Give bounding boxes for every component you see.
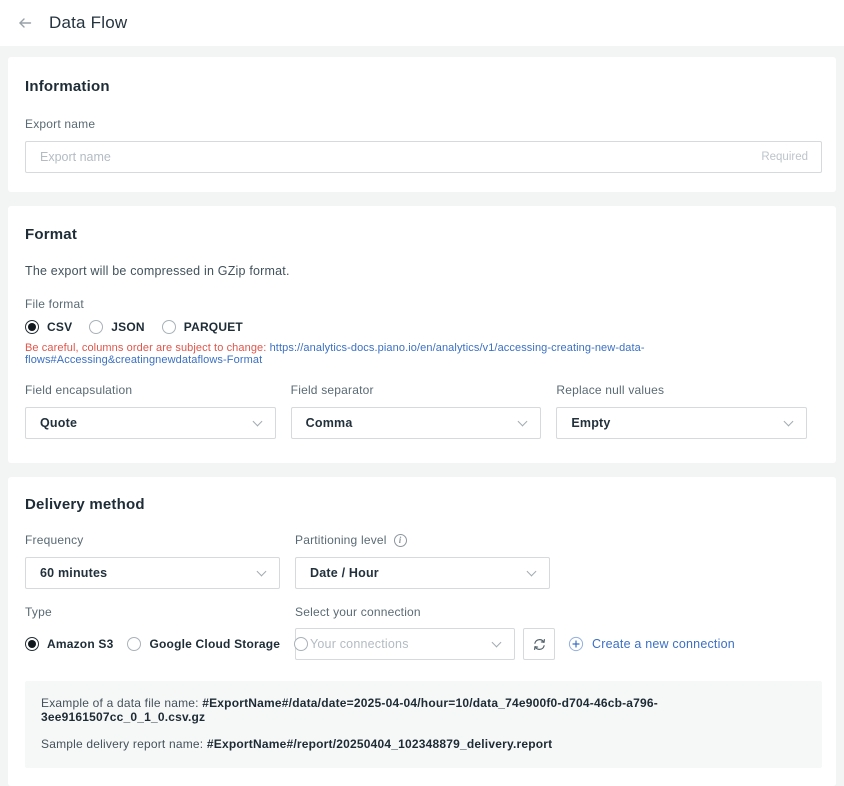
field-separator-col: Field separator Comma: [291, 383, 542, 439]
type-radio-group: Amazon S3 Google Cloud Storage FTP: [25, 628, 295, 660]
radio-circle-icon: [25, 320, 39, 334]
partitioning-label-text: Partitioning level: [295, 533, 387, 547]
radio-circle-icon: [127, 637, 141, 651]
arrow-left-icon: [17, 15, 33, 31]
create-connection-label: Create a new connection: [592, 637, 735, 651]
radio-parquet[interactable]: PARQUET: [162, 320, 243, 334]
delivery-title: Delivery method: [25, 496, 822, 513]
chevron-down-icon: [785, 419, 793, 427]
frequency-select[interactable]: 60 minutes: [25, 557, 280, 589]
radio-json-label: JSON: [111, 320, 144, 334]
radio-circle-icon: [25, 637, 39, 651]
example-file-line: Example of a data file name: #ExportName…: [41, 696, 806, 724]
field-separator-select[interactable]: Comma: [291, 407, 542, 439]
frequency-col: Frequency 60 minutes: [25, 533, 280, 589]
field-encapsulation-select[interactable]: Quote: [25, 407, 276, 439]
partitioning-value: Date / Hour: [310, 566, 379, 580]
field-separator-value: Comma: [306, 416, 353, 430]
radio-circle-icon: [162, 320, 176, 334]
gzip-note: The export will be compressed in GZip fo…: [25, 264, 822, 278]
field-encapsulation-value: Quote: [40, 416, 77, 430]
frequency-label: Frequency: [25, 533, 280, 547]
plus-circle-icon: [568, 636, 584, 652]
page-title: Data Flow: [49, 13, 127, 33]
delivery-row-2: Type Amazon S3 Google Cloud Storage FTP …: [25, 605, 822, 660]
radio-parquet-label: PARQUET: [184, 320, 243, 334]
replace-null-label: Replace null values: [556, 383, 807, 397]
chevron-down-icon: [254, 419, 262, 427]
connection-controls: Your connections Crea: [295, 628, 822, 660]
partitioning-col: Partitioning level i Date / Hour: [295, 533, 550, 589]
columns-order-warning: Be careful, columns order are subject to…: [25, 342, 822, 366]
radio-circle-icon: [89, 320, 103, 334]
information-card: Information Export name Required: [8, 57, 836, 192]
replace-null-col: Replace null values Empty: [556, 383, 807, 439]
file-name-examples-box: Example of a data file name: #ExportName…: [25, 681, 822, 768]
example-file-label: Example of a data file name:: [41, 696, 199, 710]
frequency-value: 60 minutes: [40, 566, 107, 580]
connection-select[interactable]: Your connections: [295, 628, 515, 660]
delivery-method-card: Delivery method Frequency 60 minutes Par…: [8, 477, 836, 786]
chevron-down-icon: [258, 569, 266, 577]
delivery-row-1: Frequency 60 minutes Partitioning level …: [25, 533, 822, 589]
connection-label: Select your connection: [295, 605, 822, 619]
radio-csv[interactable]: CSV: [25, 320, 72, 334]
chevron-down-icon: [528, 569, 536, 577]
radio-json[interactable]: JSON: [89, 320, 144, 334]
format-options-row: Field encapsulation Quote Field separato…: [25, 383, 822, 439]
back-button[interactable]: [15, 13, 35, 33]
required-hint: Required: [761, 151, 808, 163]
export-name-field-wrap: Required: [25, 141, 822, 173]
replace-null-value: Empty: [571, 416, 610, 430]
report-name-value: #ExportName#/report/20250404_102348879_d…: [207, 737, 552, 751]
refresh-connections-button[interactable]: [523, 628, 555, 660]
partitioning-select[interactable]: Date / Hour: [295, 557, 550, 589]
create-connection-link[interactable]: Create a new connection: [568, 636, 735, 652]
field-encapsulation-col: Field encapsulation Quote: [25, 383, 276, 439]
radio-google-cloud-storage-label: Google Cloud Storage: [149, 637, 280, 651]
radio-amazon-s3[interactable]: Amazon S3: [25, 637, 113, 651]
information-title: Information: [25, 78, 822, 95]
format-card: Format The export will be compressed in …: [8, 206, 836, 463]
connection-placeholder: Your connections: [310, 637, 409, 651]
radio-google-cloud-storage[interactable]: Google Cloud Storage: [127, 637, 280, 651]
report-name-line: Sample delivery report name: #ExportName…: [41, 737, 806, 751]
replace-null-select[interactable]: Empty: [556, 407, 807, 439]
field-encapsulation-label: Field encapsulation: [25, 383, 276, 397]
format-title: Format: [25, 226, 822, 243]
type-label: Type: [25, 605, 295, 619]
report-name-label: Sample delivery report name:: [41, 737, 203, 751]
file-format-radio-group: CSV JSON PARQUET: [25, 320, 822, 334]
refresh-icon: [532, 637, 547, 652]
export-name-input[interactable]: [25, 141, 822, 173]
connection-col: Select your connection Your connections: [295, 605, 822, 660]
type-col: Type Amazon S3 Google Cloud Storage FTP: [25, 605, 295, 660]
warning-text: Be careful, columns order are subject to…: [25, 342, 266, 354]
export-name-label: Export name: [25, 117, 822, 131]
file-format-label: File format: [25, 297, 822, 311]
field-separator-label: Field separator: [291, 383, 542, 397]
chevron-down-icon: [493, 640, 501, 648]
chevron-down-icon: [519, 419, 527, 427]
radio-amazon-s3-label: Amazon S3: [47, 637, 113, 651]
partitioning-label: Partitioning level i: [295, 533, 550, 547]
info-icon[interactable]: i: [394, 534, 407, 547]
radio-csv-label: CSV: [47, 320, 72, 334]
page-header: Data Flow: [0, 0, 844, 46]
